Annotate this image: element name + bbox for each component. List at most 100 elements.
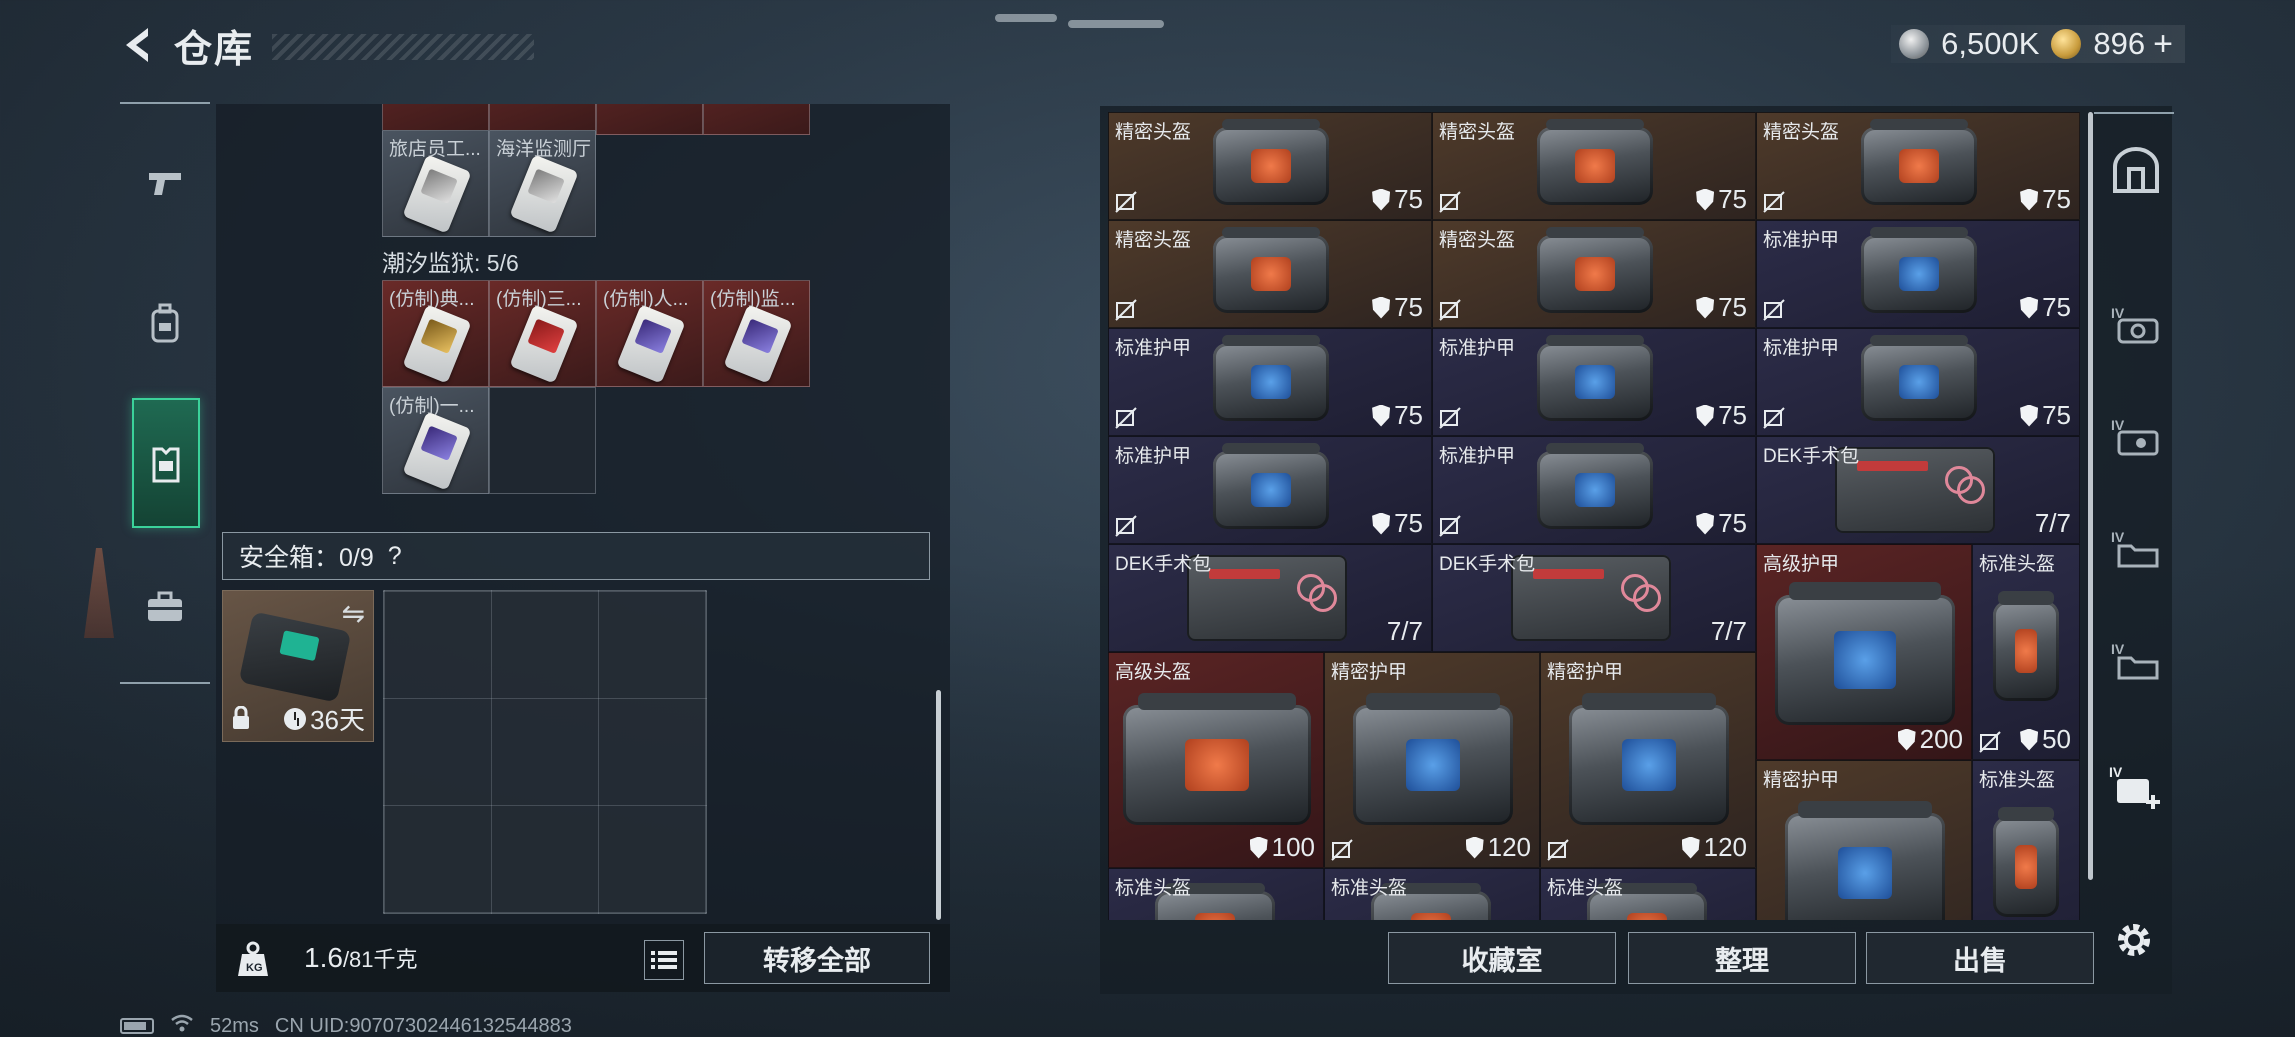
no-trade-icon [1439,299,1461,321]
no-trade-icon [1439,515,1461,537]
item-uses: 7/7 [1710,616,1747,646]
svg-text:IV: IV [2109,765,2123,780]
storage-tab-1[interactable]: IV [2108,298,2164,354]
inventory-item[interactable]: 精密头盔 75 [1756,112,2080,220]
key-item[interactable]: 海洋监测厅 [489,130,596,237]
add-storage-tab[interactable]: IV [2108,760,2164,816]
add-currency-button[interactable]: + [2153,25,2173,64]
inventory-item[interactable]: 精密护甲 [1756,760,1972,920]
inventory-item[interactable]: 精密护甲 120 [1324,652,1540,868]
shield-icon [1897,728,1916,751]
settings-button[interactable] [2110,916,2158,964]
shield-icon [1372,512,1391,535]
shield-icon [2020,404,2039,427]
inventory-scrollbar[interactable] [2088,112,2093,880]
armor-bag-icon [1213,335,1329,421]
keycard-icon [402,154,472,234]
durability-value: 75 [1718,400,1747,430]
helmet-bag-icon [1537,227,1653,313]
inventory-item[interactable]: 精密护甲 120 [1540,652,1756,868]
shield-icon [1696,296,1715,319]
inventory-item[interactable]: 高级护甲 200 [1756,544,1972,760]
item-name: 标准护甲 [1763,338,1840,359]
inventory-item[interactable]: 标准护甲 75 [1432,328,1756,436]
inventory-item[interactable]: DEK手术包 7/7 [1108,544,1432,652]
inventory-item[interactable]: 标准护甲 75 [1756,328,2080,436]
header: 仓库 [116,22,254,71]
safe-box-grid[interactable] [383,590,707,914]
storage-tab-2[interactable]: IV [2108,410,2164,466]
inventory-item[interactable]: 标准头盔 [1540,868,1756,920]
collection-room-button[interactable]: 收藏室 [1388,932,1616,984]
swap-icon[interactable]: ⇋ [342,597,365,630]
nav-misc[interactable] [132,574,198,640]
left-category-nav [120,102,210,684]
nav-equipment[interactable] [132,290,198,356]
weight-max: /81千克 [342,947,418,972]
inventory-item[interactable]: DEK手术包 7/7 [1756,436,2080,544]
inventory-item[interactable]: 标准护甲 75 [1756,220,2080,328]
item-name: 标准护甲 [1115,338,1192,359]
item-name: 精密头盔 [1439,122,1516,143]
item-name: 海洋监测厅 [496,139,592,160]
helmet-bag-icon [1993,591,2059,701]
inventory-item[interactable]: 精密头盔 75 [1432,112,1756,220]
inventory-item[interactable]: 标准头盔 [1108,868,1324,920]
item-uses: 7/7 [1386,616,1423,646]
key-item[interactable]: (仿制)典... [382,280,489,387]
shield-icon [1372,404,1391,427]
gold-amount: 896 [2093,26,2146,61]
inventory-item[interactable]: 标准头盔 [1324,868,1540,920]
inventory-item[interactable]: DEK手术包 7/7 [1432,544,1756,652]
item-durability: 75 [1696,400,1747,431]
no-trade-icon [1115,407,1137,429]
storage-tab-3[interactable]: IV [2108,522,2164,578]
storage-tab-4[interactable]: IV [2108,634,2164,690]
key-slot[interactable] [596,104,703,135]
sell-button[interactable]: 出售 [1866,932,2094,984]
locker-tab[interactable] [2108,142,2164,198]
inventory-item[interactable]: 高级头盔 100 [1108,652,1324,868]
inventory-item[interactable]: 标准护甲 75 [1432,436,1756,544]
pistol-icon [149,173,181,195]
item-name: 精密护甲 [1763,770,1840,791]
nav-weapons[interactable] [132,150,198,216]
inventory-item[interactable]: 精密头盔 75 [1108,220,1432,328]
safe-box-item[interactable]: ⇋ 36天 [222,590,374,742]
inventory-item[interactable]: 标准头盔 [1972,760,2080,920]
key-item[interactable]: 旅店员工... [382,130,489,237]
stash-scrollbar[interactable] [936,690,941,920]
list-view-button[interactable] [644,940,684,980]
back-button[interactable] [116,22,162,68]
help-button[interactable]: ? [388,542,402,571]
key-item[interactable]: (仿制)一... [382,387,489,494]
inventory-grid[interactable]: 精密头盔 75 精密头盔 75 精密头盔 75 精密头盔 75 精密头盔 75 … [1108,112,2080,920]
sort-button[interactable]: 整理 [1628,932,1856,984]
nav-gear-active[interactable] [132,398,200,528]
player-uid: CN UID:90707302446132544883 [274,1014,572,1037]
inventory-item[interactable]: 标准护甲 75 [1108,436,1432,544]
durability-value: 75 [2042,292,2071,322]
shield-icon [2020,188,2039,211]
key-item[interactable]: (仿制)人... [596,280,703,387]
safe-box-bar: 安全箱：0/9 ? [222,532,930,580]
key-slot[interactable] [703,104,810,135]
item-name: DEK手术包 [1115,554,1212,575]
item-name: DEK手术包 [1439,554,1536,575]
inventory-item[interactable]: 标准头盔 50 [1972,544,2080,760]
wifi-icon [170,1014,194,1037]
status-bar: 52ms CN UID:90707302446132544883 [120,1014,572,1037]
page-title: 仓库 [174,28,255,71]
empty-key-slot[interactable] [489,387,596,494]
inventory-item[interactable]: 标准护甲 75 [1108,328,1432,436]
transfer-all-button[interactable]: 转移全部 [704,932,930,984]
no-trade-icon [1763,299,1785,321]
armor-bag-icon [1537,335,1653,421]
inventory-item[interactable]: 精密头盔 75 [1108,112,1432,220]
key-item[interactable]: (仿制)监... [703,280,810,387]
helmet-bag-icon [1537,119,1653,205]
add-iv-icon: IV [2109,765,2160,809]
gold-coin-icon [2051,29,2082,59]
key-item[interactable]: (仿制)三... [489,280,596,387]
inventory-item[interactable]: 精密头盔 75 [1432,220,1756,328]
